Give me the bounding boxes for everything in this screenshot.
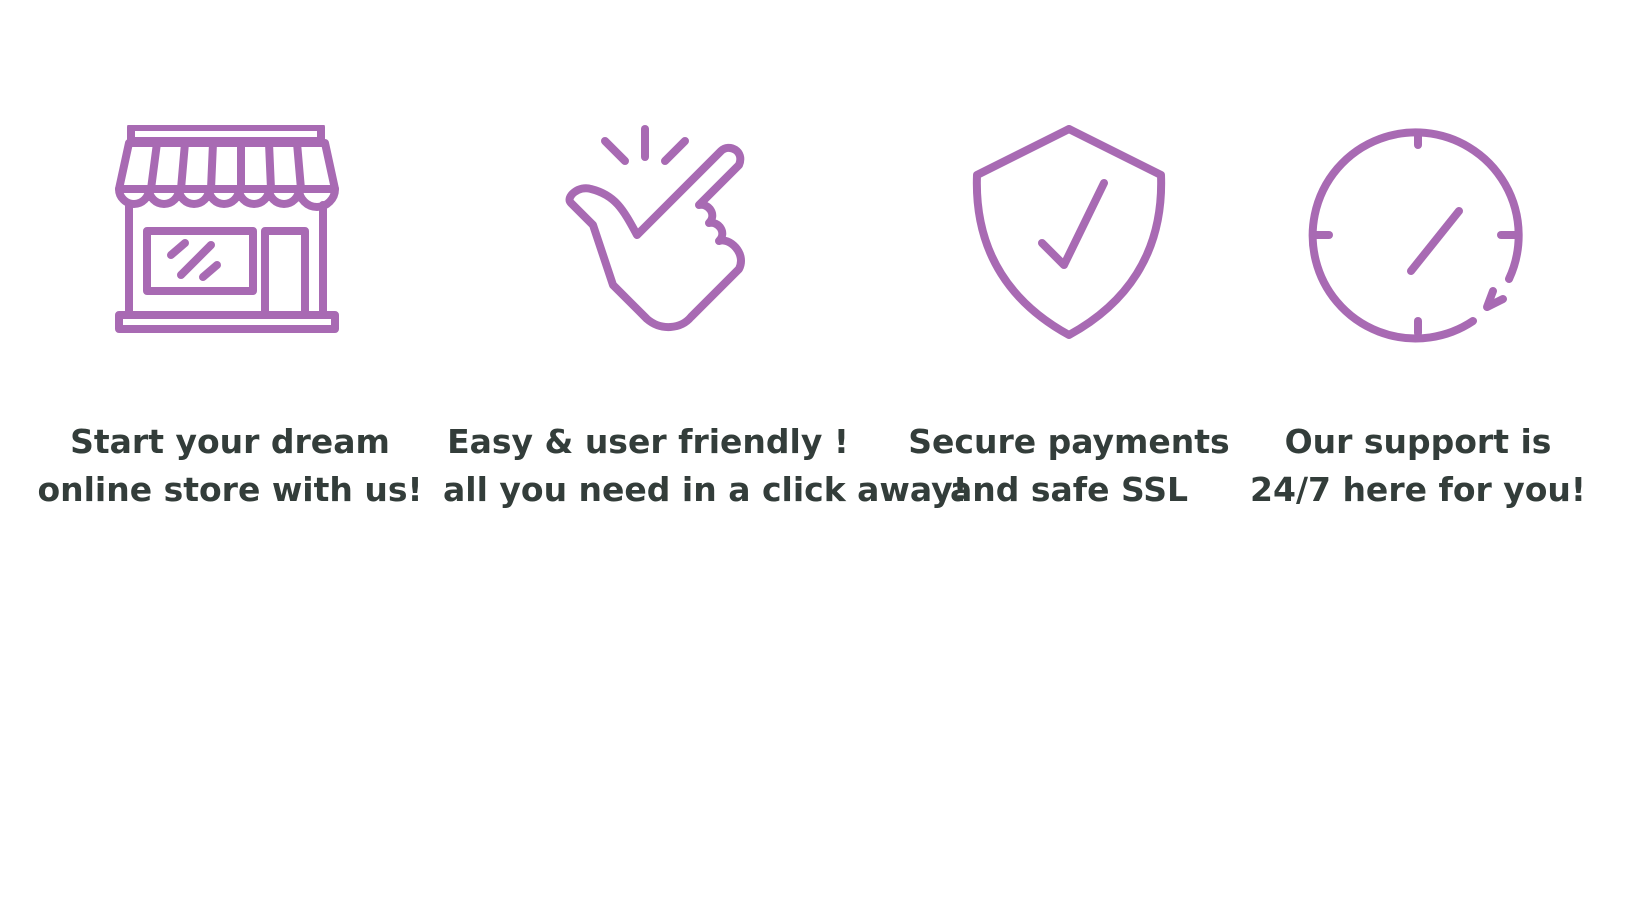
feature-easy-line1: Easy & user friendly ! — [447, 422, 849, 461]
feature-store-line1: Start your dream — [70, 422, 390, 461]
shield-check-icon — [954, 125, 1184, 355]
feature-easy-line2: all you need in a click away! — [443, 470, 968, 509]
feature-store-line2: online store with us! — [37, 470, 423, 509]
feature-store-caption: Start your dream online store with us! — [25, 418, 435, 514]
feature-support-line1: Our support is — [1284, 422, 1552, 461]
clock-24-7-icon — [1303, 125, 1533, 355]
feature-support-caption: Our support is 24/7 here for you! — [1213, 418, 1623, 514]
storefront-icon — [115, 125, 345, 355]
feature-support-line2: 24/7 here for you! — [1250, 470, 1586, 509]
finger-snap-icon — [533, 125, 763, 355]
feature-easy-caption: Easy & user friendly ! all you need in a… — [443, 418, 968, 514]
